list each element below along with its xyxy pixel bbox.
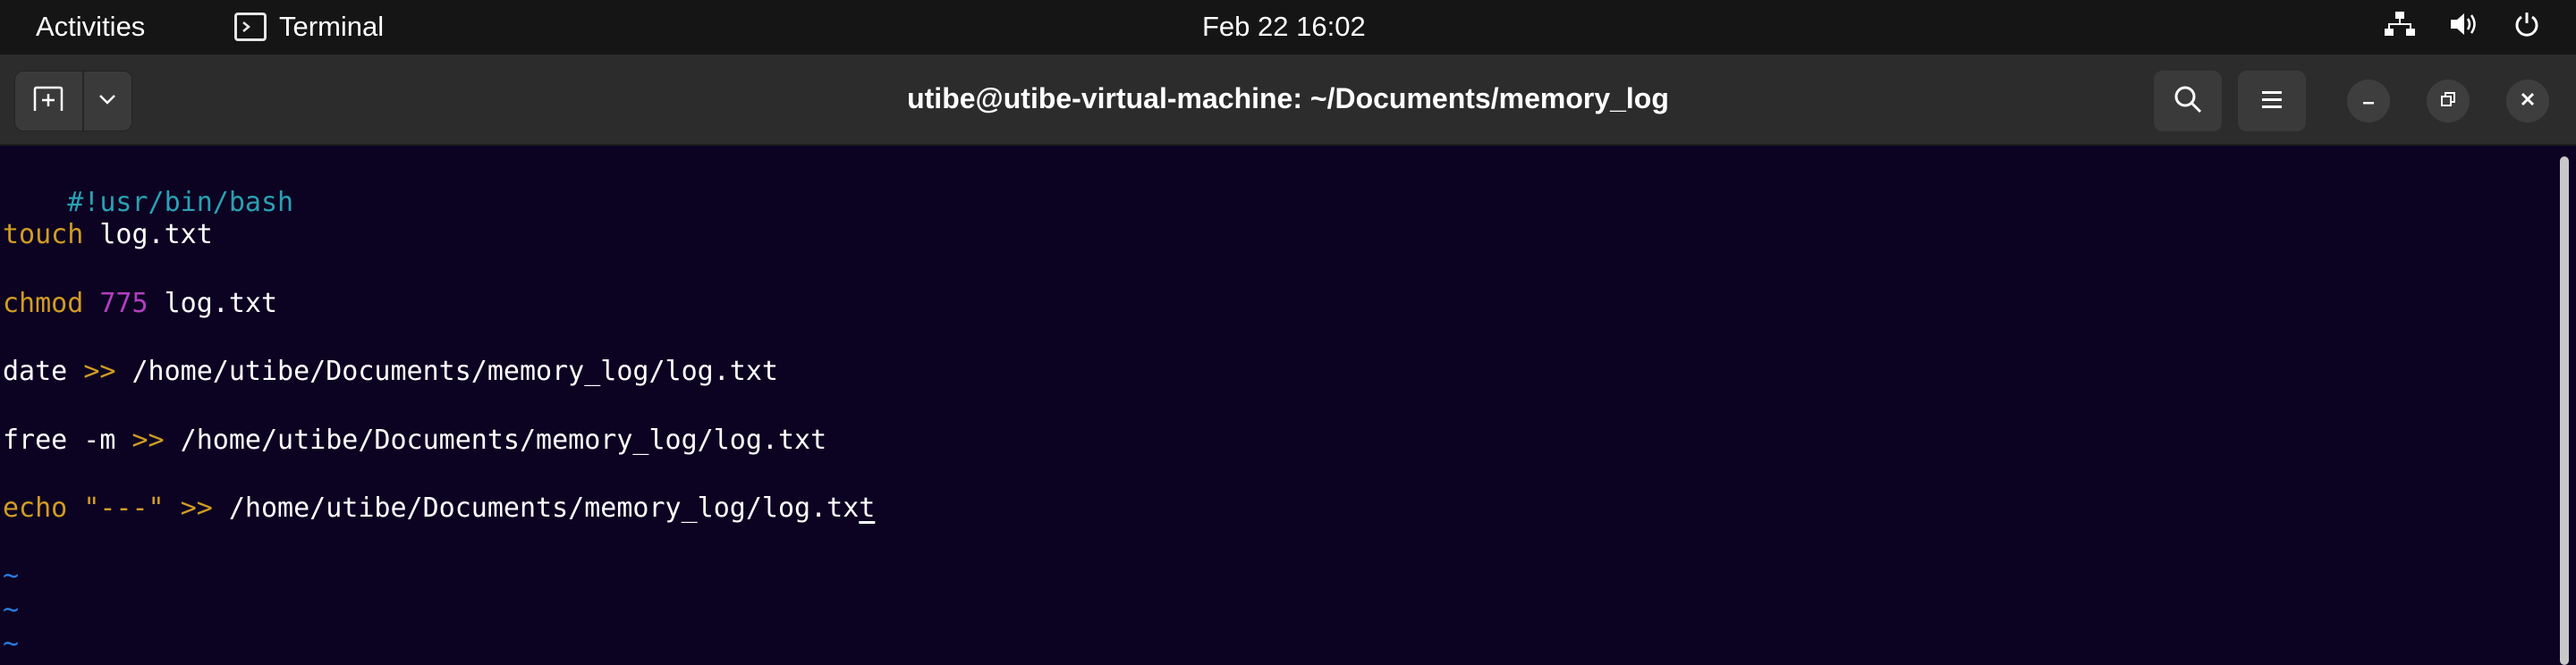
editor-line-2: touch log.txt: [3, 217, 213, 253]
terminal-app-icon: [234, 13, 267, 41]
clock[interactable]: Feb 22 16:02: [1202, 11, 1366, 43]
terminal-headerbar: utibe@utibe-virtual-machine: ~/Documents…: [0, 55, 2576, 146]
editor-line-1: #!usr/bin/bash: [3, 149, 293, 218]
shebang-text: #!usr/bin/bash: [67, 187, 294, 218]
redirect-operator: >>: [180, 492, 213, 524]
editor-line-4: date >> /home/utibe/Documents/memory_log…: [3, 354, 778, 390]
terminal-output[interactable]: #!usr/bin/bash touch log.txt chmod 775 l…: [0, 146, 2576, 665]
close-icon: [2519, 90, 2537, 113]
app-menu-label: Terminal: [279, 11, 385, 42]
command-keyword: chmod: [3, 288, 84, 319]
search-icon: [2173, 84, 2203, 119]
redirect-operator: >>: [131, 425, 165, 456]
command-args: /home/utibe/Documents/memory_log/log.txt: [164, 425, 827, 456]
number-literal: 775: [99, 288, 148, 319]
main-menu-button[interactable]: [2238, 71, 2306, 131]
top-bar: Activities Terminal Feb 22 16:02: [0, 0, 2576, 55]
empty-line-tilde: ~: [3, 560, 20, 592]
volume-icon[interactable]: [2449, 11, 2479, 38]
minimize-button[interactable]: [2347, 80, 2390, 122]
scrollbar[interactable]: [2560, 156, 2569, 665]
activities-button[interactable]: Activities: [36, 11, 145, 43]
text-cursor: t: [859, 492, 876, 524]
string-literal: "---": [83, 492, 165, 524]
redirect-operator: >>: [83, 356, 116, 387]
command-args: log.txt: [148, 288, 278, 319]
command-keyword: date: [3, 356, 68, 387]
command-args: log.txt: [83, 219, 213, 250]
minimize-icon: [2360, 90, 2377, 113]
command-keyword: free -m: [3, 425, 116, 456]
restore-button[interactable]: [2427, 80, 2470, 122]
editor-line-3: chmod 775 log.txt: [3, 286, 277, 322]
search-button[interactable]: [2154, 71, 2222, 131]
close-button[interactable]: [2506, 80, 2549, 122]
network-icon[interactable]: [2385, 11, 2415, 38]
empty-line-tilde: ~: [3, 594, 20, 626]
command-args: /home/utibe/Documents/memory_log/log.txt: [115, 356, 778, 387]
command-args: /home/utibe/Documents/memory_log/log.tx: [212, 492, 860, 524]
command-keyword: echo: [3, 492, 68, 524]
empty-line-tilde: ~: [3, 628, 20, 660]
app-menu[interactable]: Terminal: [234, 11, 384, 43]
editor-line-5: free -m >> /home/utibe/Documents/memory_…: [3, 423, 826, 459]
restore-icon: [2439, 90, 2457, 113]
editor-line-6: echo "---" >> /home/utibe/Documents/memo…: [3, 491, 875, 526]
hamburger-menu-icon: [2259, 88, 2284, 114]
power-icon[interactable]: [2513, 11, 2540, 38]
command-keyword: touch: [3, 219, 84, 250]
system-tray[interactable]: [2385, 11, 2540, 38]
